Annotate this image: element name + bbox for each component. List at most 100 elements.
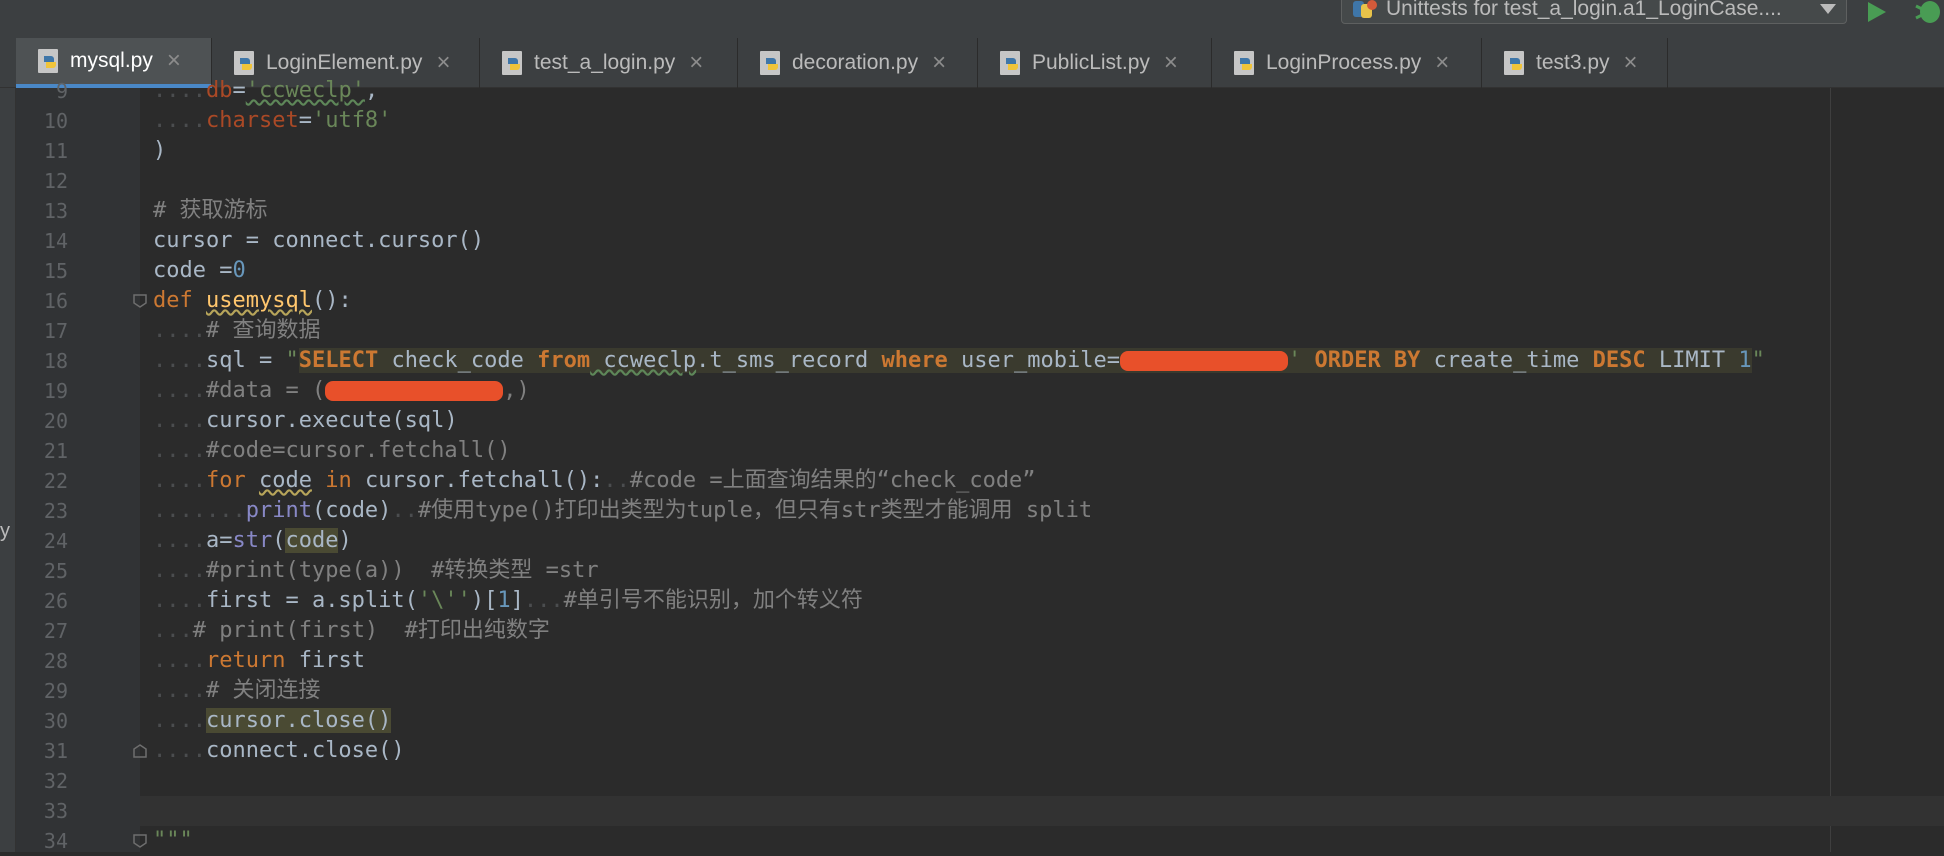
- close-icon[interactable]: ×: [1624, 51, 1638, 75]
- code-text: ....sql = "SELECT check_code from ccwecl…: [153, 348, 1765, 373]
- line-number: 21: [43, 439, 68, 463]
- code-text: ): [153, 138, 167, 163]
- number-literal: 1: [497, 588, 511, 613]
- code-text: ....connect.close(): [153, 738, 405, 763]
- code-comment: #使用type()打印出类型为tuple，但只有str类型才能调用 split: [417, 498, 1093, 523]
- keyword: in: [325, 468, 352, 493]
- code-comment: # 查询数据: [205, 318, 321, 343]
- line-number: 28: [43, 649, 68, 673]
- statement: (code): [311, 498, 392, 523]
- code-line[interactable]: 16 def usemysql():: [0, 286, 1944, 316]
- code-line[interactable]: 17 ....# 查询数据: [0, 316, 1944, 346]
- code-line[interactable]: 27 ...# print(first) #打印出纯数字: [0, 616, 1944, 646]
- variable: code: [258, 468, 312, 493]
- code-line[interactable]: 18 ....sql = "SELECT check_code from ccw…: [0, 346, 1944, 376]
- tab-label: LoginProcess.py: [1266, 51, 1422, 74]
- run-icon[interactable]: [1866, 0, 1888, 24]
- keyword: def: [153, 288, 193, 313]
- sql-identifier: check_code: [378, 348, 538, 373]
- line-number: 26: [43, 589, 68, 613]
- comment-text: ,): [503, 378, 530, 403]
- code-line[interactable]: 14 cursor = connect.cursor(): [0, 226, 1944, 256]
- fold-marker-icon[interactable]: [133, 744, 147, 758]
- highlighted-statement: cursor.close(): [205, 708, 392, 733]
- line-number: 12: [43, 169, 68, 193]
- code-line[interactable]: 26 ....first = a.split('\'')[1]...#单引号不能…: [0, 586, 1944, 616]
- line-number: 17: [43, 319, 68, 343]
- code-line[interactable]: 32: [0, 766, 1944, 796]
- python-file-icon: [234, 51, 254, 75]
- sql-keyword: where: [881, 348, 948, 373]
- line-number: 31: [43, 739, 68, 763]
- fold-marker-icon[interactable]: [133, 294, 147, 308]
- code-line[interactable]: 31 ....connect.close(): [0, 736, 1944, 766]
- close-icon[interactable]: ×: [1435, 51, 1449, 75]
- line-number: 14: [43, 229, 68, 253]
- number-literal: 1: [1738, 348, 1752, 373]
- code-line[interactable]: 10 ....charset='utf8': [0, 106, 1944, 136]
- python-file-icon: [1000, 51, 1020, 75]
- code-line[interactable]: 9 ....db='ccweclp',: [0, 76, 1944, 106]
- statement: cursor.execute(sql): [205, 408, 458, 433]
- code-line[interactable]: 15 code =0: [0, 256, 1944, 286]
- code-line[interactable]: 11 ): [0, 136, 1944, 166]
- caret-line-highlight: [140, 796, 1944, 826]
- debug-icon[interactable]: [1912, 0, 1944, 26]
- code-text: ....a=str(code): [153, 528, 352, 553]
- code-line[interactable]: 12: [0, 166, 1944, 196]
- line-number: 23: [43, 499, 68, 523]
- code-line[interactable]: 23 .......print(code)..#使用type()打印出类型为tu…: [0, 496, 1944, 526]
- tab-label: test_a_login.py: [534, 51, 676, 74]
- redaction-mark: [1119, 351, 1288, 371]
- string-literal: 'utf8': [311, 108, 392, 133]
- code-line[interactable]: 25 ....#print(type(a)) #转换类型 =str: [0, 556, 1944, 586]
- code-line[interactable]: 22 ....for code in cursor.fetchall():..#…: [0, 466, 1944, 496]
- code-line[interactable]: 21 ....#code=cursor.fetchall(): [0, 436, 1944, 466]
- sql-keyword: from: [537, 348, 591, 373]
- top-toolbar: Unittests for test_a_login.a1_LoginCase.…: [0, 0, 1944, 38]
- line-number: 13: [43, 199, 68, 223]
- statement: connect.close(): [205, 738, 405, 763]
- code-editor[interactable]: y 9 ....db='ccweclp', 10 ....charset='ut…: [0, 78, 1944, 853]
- code-text: ....charset='utf8': [153, 108, 392, 133]
- code-line[interactable]: 29 ....# 关闭连接: [0, 676, 1944, 706]
- close-icon[interactable]: ×: [167, 49, 181, 73]
- code-line[interactable]: 20 ....cursor.execute(sql): [0, 406, 1944, 436]
- python-file-icon: [38, 49, 58, 73]
- punctuation: ():: [311, 288, 352, 313]
- line-number: 18: [43, 349, 68, 373]
- string-quote: ": [1751, 348, 1765, 373]
- run-configuration-selector[interactable]: Unittests for test_a_login.a1_LoginCase.…: [1341, 0, 1847, 24]
- close-icon[interactable]: ×: [689, 51, 703, 75]
- assignment: a=: [205, 528, 233, 553]
- close-icon[interactable]: ×: [436, 51, 450, 75]
- code-line[interactable]: 28 ....return first: [0, 646, 1944, 676]
- code-comment: #单引号不能识别，加个转义符: [563, 588, 863, 613]
- code-line[interactable]: 13 # 获取游标: [0, 196, 1944, 226]
- code-line-current[interactable]: 33: [0, 796, 1944, 826]
- string-literal: '\'': [417, 588, 471, 613]
- close-icon[interactable]: ×: [1164, 51, 1178, 75]
- line-number: 32: [43, 769, 68, 793]
- code-comment: # 获取游标: [153, 198, 268, 223]
- line-number: 27: [43, 619, 68, 643]
- dropdown-arrow-icon: [1820, 4, 1836, 14]
- comment-text: #data = (: [205, 378, 326, 403]
- code-line[interactable]: 24 ....a=str(code): [0, 526, 1944, 556]
- line-number: 30: [43, 709, 68, 733]
- comment-text: # print(first) #打印出纯数字: [192, 618, 550, 643]
- tab-label: LoginElement.py: [266, 51, 423, 74]
- python-file-icon: [502, 51, 522, 75]
- comment-text: #code=cursor.fetchall(): [205, 438, 511, 463]
- keyword: for: [205, 468, 246, 493]
- unittest-config-icon: [1353, 0, 1377, 18]
- sql-keyword: ORDER BY: [1301, 348, 1421, 373]
- string-quote: ': [1287, 348, 1302, 373]
- line-number: 24: [43, 529, 68, 553]
- fold-marker-icon[interactable]: [133, 834, 147, 848]
- close-icon[interactable]: ×: [932, 51, 946, 75]
- assignment: sql =: [205, 348, 286, 373]
- highlighted-identifier: code: [285, 528, 339, 553]
- code-line[interactable]: 19 ....#data = (,): [0, 376, 1944, 406]
- code-line[interactable]: 30 ....cursor.close(): [0, 706, 1944, 736]
